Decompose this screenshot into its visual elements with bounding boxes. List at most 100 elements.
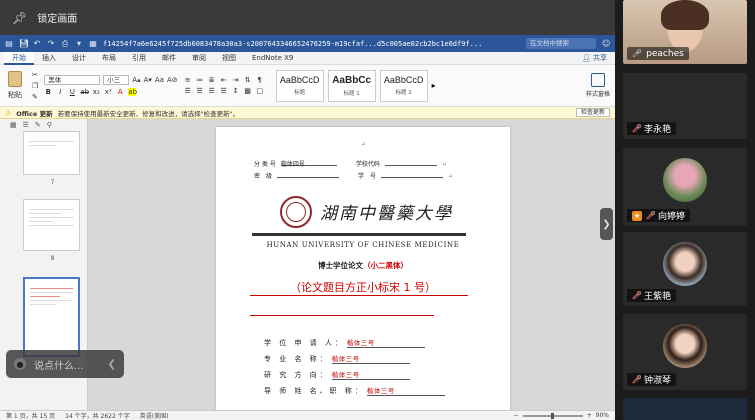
customize-toolbar-icon[interactable]: ▾ — [75, 39, 83, 48]
tab-insert[interactable]: 插入 — [34, 52, 64, 65]
participant-tile[interactable]: 🎤︎ peaches — [623, 0, 747, 64]
search-icon[interactable]: ⚲ — [47, 121, 52, 129]
thumbnail-page-number: 8 — [50, 255, 55, 262]
tab-references[interactable]: 引用 — [124, 52, 154, 65]
participant-label: 🎤︎ peaches — [627, 47, 689, 60]
font-size-select[interactable]: 小三 — [103, 75, 130, 85]
cut-icon[interactable]: ✂ — [32, 71, 38, 79]
zoom-level: 90% — [595, 412, 609, 419]
copy-icon[interactable]: ❐ — [32, 82, 38, 90]
subscript-icon[interactable]: x₂ — [92, 88, 100, 96]
shrink-font-icon[interactable]: A▾ — [144, 76, 152, 84]
font-color-icon[interactable]: A — [116, 88, 124, 96]
save-icon[interactable]: 💾︎ — [19, 39, 29, 48]
borders-icon[interactable]: □ — [256, 87, 264, 95]
share-button[interactable]: 👤︎ 共享 — [582, 53, 615, 63]
tab-home[interactable]: 开始 — [4, 51, 34, 65]
paste-group[interactable]: 粘贴 — [4, 67, 26, 104]
style-title[interactable]: AaBbCcD 标题 — [275, 69, 324, 102]
multilevel-list-icon[interactable]: ≣ — [208, 76, 216, 84]
document-canvas[interactable]: ↵ 分 类 号 楷体四号 学校代码 ↵ 密 级 学 号 ↵ 湖南中醫藥大學 HU… — [88, 119, 615, 410]
word-count[interactable]: 14 个字，共 2622 个字 — [65, 411, 130, 420]
undo-icon[interactable]: ↶ — [33, 39, 41, 48]
increase-indent-icon[interactable]: ⇥ — [232, 76, 240, 84]
tab-view[interactable]: 视图 — [214, 52, 244, 65]
align-left-icon[interactable]: ☰ — [184, 87, 192, 95]
style-heading-1[interactable]: AaBbCc 标题 1 — [327, 69, 376, 102]
participant-tile[interactable]: 🎤︎ 王紫艳 — [623, 232, 747, 306]
chat-input-overlay[interactable]: ● 说点什么... ❮ — [6, 350, 124, 378]
check-updates-button[interactable]: 检查更新 — [575, 108, 610, 117]
superscript-icon[interactable]: x² — [104, 88, 112, 96]
smiley-feedback-icon[interactable]: ☺ — [602, 39, 610, 48]
justify-icon[interactable]: ☰ — [220, 87, 228, 95]
page-count[interactable]: 第 1 页，共 15 页 — [6, 411, 55, 420]
bold-icon[interactable]: B — [44, 88, 52, 96]
font-group: 黑体 小三 A▴ A▾ Aa A⊘ B I U ab x₂ x² A ab — [44, 67, 178, 104]
thesis-title-placeholder[interactable]: （论文题目方正小标宋 1 号） — [216, 279, 510, 295]
change-case-icon[interactable]: Aa — [155, 76, 164, 84]
class-number-label: 分 类 号 — [254, 161, 276, 168]
paragraph-group: ≡ ≔ ≣ ⇤ ⇥ ⇅ ¶ ☰ ☰ ☰ ☰ ↕ ▩ □ — [184, 67, 264, 104]
comments-icon[interactable]: ✎ — [35, 121, 41, 129]
zoom-out-icon[interactable]: − — [514, 412, 519, 419]
shading-icon[interactable]: ▩ — [244, 87, 252, 95]
grow-font-icon[interactable]: A▴ — [132, 76, 140, 84]
field-value[interactable]: 楷体三号 — [346, 337, 425, 348]
print-icon[interactable]: ⎙ — [61, 39, 69, 48]
participant-tile[interactable]: 🎤︎ 李永艳 — [623, 73, 747, 139]
participant-tile[interactable]: ★ 🎤︎ 向婷婷 — [623, 148, 747, 226]
participant-tile[interactable] — [623, 398, 747, 420]
class-number-value: 楷体四号 — [280, 159, 337, 168]
page-thumbnail-selected[interactable]: 9 — [23, 277, 80, 368]
lock-screen-bar[interactable]: 📌︎ 锁定画面 — [0, 0, 615, 35]
document-search-input[interactable]: 在文档中搜索 — [526, 38, 596, 49]
clear-formatting-icon[interactable]: A⊘ — [167, 76, 178, 84]
italic-icon[interactable]: I — [56, 88, 64, 96]
tab-endnote[interactable]: EndNote X9 — [244, 52, 301, 65]
tab-mailings[interactable]: 邮件 — [154, 52, 184, 65]
field-value[interactable]: 楷体三号 — [331, 353, 410, 364]
field-value[interactable]: 楷体三号 — [366, 385, 445, 396]
tab-design[interactable]: 设计 — [64, 52, 94, 65]
chat-input-placeholder[interactable]: 说点什么... — [34, 357, 84, 372]
underline-icon[interactable]: U — [68, 88, 76, 96]
line-spacing-icon[interactable]: ↕ — [232, 87, 240, 95]
microphone-icon[interactable]: ● — [14, 358, 26, 370]
styles-more-icon[interactable]: ▸ — [432, 81, 436, 90]
zoom-in-icon[interactable]: + — [587, 412, 592, 419]
participant-label: 🎤︎ 钟淑琴 — [627, 373, 677, 386]
participant-tile[interactable]: 🎤︎ 钟淑琴 — [623, 314, 747, 390]
align-right-icon[interactable]: ☰ — [208, 87, 216, 95]
bullets-icon[interactable]: ≡ — [184, 76, 192, 84]
outline-icon[interactable]: ☰ — [23, 121, 29, 129]
language-indicator[interactable]: 英语(美国) — [140, 411, 169, 420]
zoom-slider-knob[interactable] — [550, 412, 554, 419]
panel-toggle-handle[interactable]: ❯ — [600, 208, 613, 240]
clipboard-icon — [8, 71, 22, 87]
zoom-slider[interactable] — [522, 412, 583, 419]
participant-name: peaches — [646, 48, 684, 59]
sidebar-toggle-icon[interactable]: ▤ — [5, 39, 13, 48]
strikethrough-icon[interactable]: ab — [80, 88, 89, 96]
align-center-icon[interactable]: ☰ — [196, 87, 204, 95]
collapse-arrow-icon[interactable]: ❮ — [108, 359, 116, 370]
sort-icon[interactable]: ⇅ — [244, 76, 252, 84]
research-direction-field: 研 究 方 向： 楷体三号 — [264, 369, 410, 380]
page-thumbnail[interactable]: 7 — [23, 131, 80, 186]
thumbnails-icon[interactable]: ▦ — [10, 121, 17, 129]
highlight-icon[interactable]: ab — [128, 88, 137, 96]
page-thumbnail[interactable]: 8 — [23, 199, 80, 262]
redo-icon[interactable]: ↷ — [47, 39, 55, 48]
styles-pane-button[interactable]: 样式窗格 — [585, 67, 611, 104]
tab-review[interactable]: 审阅 — [184, 52, 214, 65]
numbering-icon[interactable]: ≔ — [196, 76, 204, 84]
decrease-indent-icon[interactable]: ⇤ — [220, 76, 228, 84]
document-page[interactable]: ↵ 分 类 号 楷体四号 学校代码 ↵ 密 级 学 号 ↵ 湖南中醫藥大學 HU… — [216, 127, 510, 410]
show-marks-icon[interactable]: ¶ — [256, 76, 264, 84]
font-name-select[interactable]: 黑体 — [44, 75, 101, 85]
field-value[interactable]: 楷体三号 — [331, 369, 410, 380]
style-heading-2[interactable]: AaBbCcD 标题 2 — [379, 69, 428, 102]
format-painter-icon[interactable]: ✎ — [32, 93, 38, 101]
tab-layout[interactable]: 布局 — [94, 52, 124, 65]
